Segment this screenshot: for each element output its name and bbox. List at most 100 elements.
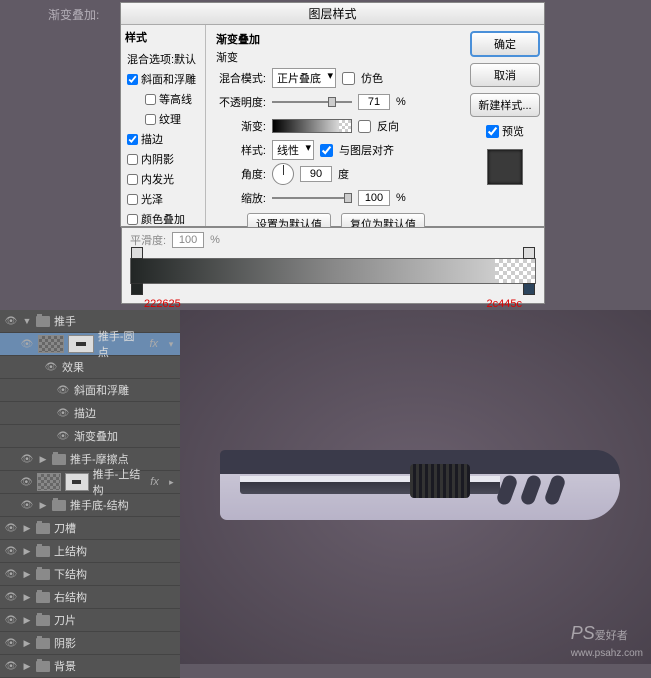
collapse-icon[interactable]: ▾ bbox=[166, 339, 176, 350]
scale-slider[interactable] bbox=[272, 197, 352, 199]
blend-mode-label: 混合模式: bbox=[216, 70, 266, 86]
visibility-icon[interactable]: 👁 bbox=[56, 385, 70, 396]
layer-group-blade[interactable]: 👁▶刀片 bbox=[0, 609, 180, 632]
expand-icon[interactable]: ▶ bbox=[22, 638, 32, 649]
visibility-icon[interactable]: 👁 bbox=[20, 339, 34, 350]
blend-mode-select[interactable]: 正片叠底 bbox=[272, 68, 336, 88]
reverse-checkbox[interactable] bbox=[358, 120, 371, 133]
visibility-icon[interactable]: 👁 bbox=[44, 362, 58, 373]
effect-stroke[interactable]: 👁描边 bbox=[0, 402, 180, 425]
visibility-icon[interactable]: 👁 bbox=[4, 523, 18, 534]
settings-panel: 渐变叠加 渐变 混合模式: 正片叠底 仿色 不透明度: 71 % 渐变: 反向 bbox=[206, 25, 466, 226]
layer-pusher-top[interactable]: 👁推手-上结构fx▸ bbox=[0, 471, 180, 494]
angle-unit: 度 bbox=[338, 166, 349, 182]
angle-input[interactable]: 90 bbox=[300, 166, 332, 182]
visibility-icon[interactable]: 👁 bbox=[56, 431, 70, 442]
angle-dial[interactable] bbox=[272, 163, 294, 185]
layer-group-right[interactable]: 👁▶右结构 bbox=[0, 586, 180, 609]
layer-group-slot[interactable]: 👁▶刀槽 bbox=[0, 517, 180, 540]
satin-checkbox[interactable] bbox=[127, 194, 138, 205]
stroke-checkbox[interactable] bbox=[127, 134, 138, 145]
effect-gradient-overlay[interactable]: 👁渐变叠加 bbox=[0, 425, 180, 448]
visibility-icon[interactable]: 👁 bbox=[4, 638, 18, 649]
expand-icon[interactable]: ▶ bbox=[22, 615, 32, 626]
mask-thumb bbox=[68, 335, 94, 353]
layer-group-friction[interactable]: 👁▶推手-摩擦点 bbox=[0, 448, 180, 471]
visibility-icon[interactable]: 👁 bbox=[20, 454, 34, 465]
collapse-icon[interactable]: ▸ bbox=[167, 477, 176, 488]
opacity-slider[interactable] bbox=[272, 101, 352, 103]
fx-badge[interactable]: fx bbox=[150, 476, 159, 488]
opacity-thumb[interactable] bbox=[328, 97, 336, 107]
layer-group-top[interactable]: 👁▶上结构 bbox=[0, 540, 180, 563]
layer-thumb bbox=[38, 335, 64, 353]
style-bevel[interactable]: 斜面和浮雕 bbox=[125, 69, 201, 89]
folder-icon bbox=[36, 546, 50, 557]
expand-icon[interactable]: ▶ bbox=[38, 500, 48, 511]
smooth-input[interactable]: 100 bbox=[172, 232, 204, 248]
folder-icon bbox=[36, 316, 50, 327]
texture-checkbox[interactable] bbox=[145, 114, 156, 125]
align-checkbox[interactable] bbox=[320, 144, 333, 157]
effect-bevel[interactable]: 👁斜面和浮雕 bbox=[0, 379, 180, 402]
inner-glow-checkbox[interactable] bbox=[127, 174, 138, 185]
preview-swatch bbox=[487, 149, 523, 185]
layer-group-bg[interactable]: 👁▶背景 bbox=[0, 655, 180, 678]
styles-list: 样式 混合选项:默认 斜面和浮雕 等高线 纹理 描边 内阴影 内发光 光泽 颜色… bbox=[121, 25, 206, 226]
gradient-bar[interactable] bbox=[130, 258, 536, 284]
visibility-icon[interactable]: 👁 bbox=[4, 661, 18, 672]
scale-thumb[interactable] bbox=[344, 193, 352, 203]
hex-left: 222625 bbox=[144, 298, 181, 310]
visibility-icon[interactable]: 👁 bbox=[4, 546, 18, 557]
contour-checkbox[interactable] bbox=[145, 94, 156, 105]
expand-icon[interactable]: ▶ bbox=[22, 569, 32, 580]
visibility-icon[interactable]: 👁 bbox=[4, 615, 18, 626]
style-inner-shadow[interactable]: 内阴影 bbox=[125, 149, 201, 169]
visibility-icon[interactable]: 👁 bbox=[20, 500, 34, 511]
layer-group-bottom[interactable]: 👁▶下结构 bbox=[0, 563, 180, 586]
visibility-icon[interactable]: 👁 bbox=[4, 316, 18, 327]
effects-row[interactable]: 👁效果 bbox=[0, 356, 180, 379]
layer-pusher-dot[interactable]: 👁推手-圆点fx▾ bbox=[0, 333, 180, 356]
bevel-checkbox[interactable] bbox=[127, 74, 138, 85]
scale-input[interactable]: 100 bbox=[358, 190, 390, 206]
style-blending-options[interactable]: 混合选项:默认 bbox=[125, 49, 201, 69]
expand-icon[interactable]: ▶ bbox=[22, 546, 32, 557]
visibility-icon[interactable]: 👁 bbox=[20, 477, 33, 488]
visibility-icon[interactable]: 👁 bbox=[4, 592, 18, 603]
layer-group-pusher[interactable]: 👁▼推手 bbox=[0, 310, 180, 333]
opacity-stop-left[interactable] bbox=[131, 247, 143, 259]
ok-button[interactable]: 确定 bbox=[470, 31, 540, 57]
gradient-label: 渐变: bbox=[216, 118, 266, 134]
layer-group-shadow[interactable]: 👁▶阴影 bbox=[0, 632, 180, 655]
opacity-input[interactable]: 71 bbox=[358, 94, 390, 110]
layer-style-dialog: 图层样式 样式 混合选项:默认 斜面和浮雕 等高线 纹理 描边 内阴影 内发光 … bbox=[120, 2, 545, 227]
style-satin[interactable]: 光泽 bbox=[125, 189, 201, 209]
visibility-icon[interactable]: 👁 bbox=[4, 569, 18, 580]
cancel-button[interactable]: 取消 bbox=[470, 63, 540, 87]
color-stop-right[interactable] bbox=[523, 283, 535, 295]
expand-icon[interactable]: ▼ bbox=[22, 316, 32, 326]
style-contour[interactable]: 等高线 bbox=[125, 89, 201, 109]
expand-icon[interactable]: ▶ bbox=[38, 454, 48, 465]
style-select[interactable]: 线性 bbox=[272, 140, 314, 160]
style-color-overlay[interactable]: 颜色叠加 bbox=[125, 209, 201, 229]
knife-illustration bbox=[200, 420, 630, 540]
style-inner-glow[interactable]: 内发光 bbox=[125, 169, 201, 189]
opacity-stop-right[interactable] bbox=[523, 247, 535, 259]
expand-icon[interactable]: ▶ bbox=[22, 523, 32, 534]
style-stroke[interactable]: 描边 bbox=[125, 129, 201, 149]
style-texture[interactable]: 纹理 bbox=[125, 109, 201, 129]
expand-icon[interactable]: ▶ bbox=[22, 592, 32, 603]
new-style-button[interactable]: 新建样式... bbox=[470, 93, 540, 117]
expand-icon[interactable]: ▶ bbox=[22, 661, 32, 672]
dither-checkbox[interactable] bbox=[342, 72, 355, 85]
fx-badge[interactable]: fx bbox=[149, 338, 158, 350]
inner-shadow-checkbox[interactable] bbox=[127, 154, 138, 165]
layer-group-pusher-bottom[interactable]: 👁▶推手底-结构 bbox=[0, 494, 180, 517]
color-stop-left[interactable] bbox=[131, 283, 143, 295]
gradient-picker[interactable] bbox=[272, 119, 352, 133]
preview-checkbox[interactable] bbox=[486, 125, 499, 138]
color-overlay-checkbox[interactable] bbox=[127, 214, 138, 225]
visibility-icon[interactable]: 👁 bbox=[56, 408, 70, 419]
